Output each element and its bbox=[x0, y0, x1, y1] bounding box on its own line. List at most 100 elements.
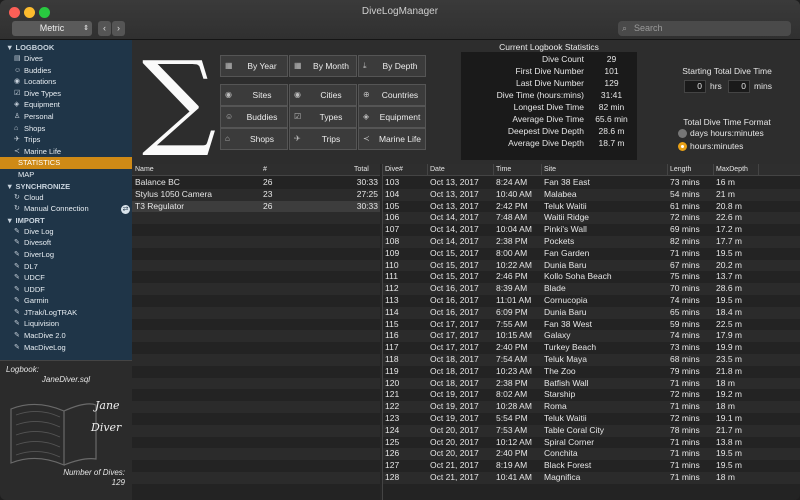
sidebar-item-import-macdivelog[interactable]: ✎ MacDiveLog bbox=[0, 342, 132, 354]
table-row[interactable]: 112 Oct 16, 2017 8:39 AM Blade 70 mins 28.6 m bbox=[383, 283, 800, 295]
sidebar-item-map[interactable]: MAP bbox=[0, 169, 132, 181]
chevron-right-icon: › bbox=[117, 23, 120, 33]
sites-button[interactable]: ◉ Sites bbox=[220, 84, 288, 106]
column-header-name[interactable]: Name bbox=[135, 164, 154, 176]
format-hours-radio[interactable] bbox=[678, 142, 687, 151]
sidebar-item-locations[interactable]: ◉ Locations bbox=[0, 76, 132, 88]
trips-button[interactable]: ✈ Trips bbox=[289, 128, 357, 150]
empty-table-row bbox=[132, 319, 380, 331]
sidebar-item-cloud[interactable]: ↻ Cloud bbox=[0, 192, 132, 204]
forward-button[interactable]: › bbox=[112, 21, 125, 36]
table-row[interactable]: 110 Oct 15, 2017 10:22 AM Dunia Baru 67 mins… bbox=[383, 259, 800, 272]
buddies-button[interactable]: ☺ Buddies bbox=[220, 106, 288, 128]
dive-cell-max-depth: 17.7 m bbox=[716, 236, 742, 246]
column-header-total[interactable]: Total bbox=[354, 164, 369, 176]
dive-cell-dive-number: 117 bbox=[385, 342, 399, 353]
types-button[interactable]: ☑ Types bbox=[289, 106, 357, 128]
sidebar-item-trips[interactable]: ✈ Trips bbox=[0, 134, 132, 146]
by-depth-button[interactable]: ⤓ By Depth bbox=[358, 55, 426, 77]
by-year-button[interactable]: ▦ By Year bbox=[220, 55, 288, 77]
dive-cell-time: 10:04 AM bbox=[496, 224, 532, 235]
back-button[interactable]: ‹ bbox=[98, 21, 111, 36]
sidebar-item-import-diverlog[interactable]: ✎ DiverLog bbox=[0, 249, 132, 261]
table-row[interactable]: 107 Oct 14, 2017 10:04 AM Pinki's Wall 69 mi… bbox=[383, 224, 800, 236]
table-row[interactable]: 119 Oct 18, 2017 10:23 AM The Zoo 79 mins 21.… bbox=[383, 366, 800, 378]
table-row[interactable]: 109 Oct 15, 2017 8:00 AM Fan Garden 71 mins 1… bbox=[383, 248, 800, 260]
sidebar-item-personal[interactable]: ♙ Personal bbox=[0, 111, 132, 123]
table-row[interactable]: 111 Oct 15, 2017 2:46 PM Kollo Soha Beach 75… bbox=[383, 271, 800, 283]
buddies-icon: ☺ bbox=[225, 112, 234, 121]
column-header-max-depth[interactable]: MaxDepth bbox=[713, 164, 748, 176]
dive-cell-length: 73 mins bbox=[670, 177, 700, 187]
table-row[interactable]: 120 Oct 18, 2017 2:38 PM Batfish Wall 71 min… bbox=[383, 377, 800, 390]
starting-mins-field[interactable]: 0 bbox=[728, 80, 750, 93]
plane-icon: ✈ bbox=[14, 136, 20, 144]
by-month-button[interactable]: ▦ By Month bbox=[289, 55, 357, 77]
sidebar-item-import-liquivision[interactable]: ✎ Liquivision bbox=[0, 318, 132, 330]
sidebar-item-statistics[interactable]: STATISTICS bbox=[0, 157, 132, 169]
table-row[interactable]: 104 Oct 13, 2017 10:40 AM Malabea 54 mins 21 … bbox=[383, 188, 800, 201]
table-row[interactable]: T3 Regulator 26 30:33 bbox=[132, 200, 380, 213]
sidebar-item-import-dive-log[interactable]: ✎ Dive Log bbox=[0, 226, 132, 238]
empty-table-row bbox=[132, 271, 380, 283]
table-row[interactable]: 128 Oct 21, 2017 10:41 AM Magnifica 71 mins 1… bbox=[383, 472, 800, 484]
dive-cell-site: Fan 38 East bbox=[544, 177, 590, 187]
table-row[interactable]: Stylus 1050 Camera 23 27:25 bbox=[132, 188, 380, 201]
column-header-date[interactable]: Date bbox=[427, 164, 445, 176]
sidebar-item-marine-life[interactable]: ≺ Marine Life bbox=[0, 146, 132, 158]
sidebar-item-dives[interactable]: ▤ Dives bbox=[0, 53, 132, 65]
sidebar-item-import-uddf[interactable]: ✎ UDDF bbox=[0, 284, 132, 296]
countries-button[interactable]: ⊕ Countries bbox=[358, 84, 426, 106]
table-row[interactable]: 116 Oct 17, 2017 10:15 AM Galaxy 74 mins 17.9… bbox=[383, 330, 800, 343]
column-header-time[interactable]: Time bbox=[493, 164, 511, 176]
sidebar-item-import-macdive[interactable]: ✎ MacDive 2.0 bbox=[0, 330, 132, 342]
sidebar-item-shops[interactable]: ⌂ Shops bbox=[0, 123, 132, 135]
column-header-site[interactable]: Site bbox=[541, 164, 556, 176]
units-dropdown[interactable]: Metric ⇕ bbox=[12, 21, 92, 36]
column-header-dive-number[interactable]: Dive# bbox=[383, 164, 403, 176]
table-row[interactable]: 123 Oct 19, 2017 5:54 PM Teluk Waitii 72 min… bbox=[383, 413, 800, 425]
table-row[interactable]: 105 Oct 13, 2017 2:42 PM Teluk Waitii 61 min… bbox=[383, 201, 800, 213]
table-row[interactable]: Balance BC 26 30:33 bbox=[132, 177, 380, 189]
table-row[interactable]: 108 Oct 14, 2017 2:38 PM Pockets 82 mins 17.7… bbox=[383, 236, 800, 248]
table-row[interactable]: 124 Oct 20, 2017 7:53 AM Table Coral City 78… bbox=[383, 424, 800, 437]
sidebar-group-logbook[interactable]: ▼ LOGBOOK bbox=[0, 42, 132, 53]
sidebar-item-manual-connection[interactable]: ↻ Manual Connection ⇄ bbox=[0, 203, 132, 215]
sidebar-item-buddies[interactable]: ☺ Buddies bbox=[0, 65, 132, 77]
table-row[interactable]: 115 Oct 17, 2017 7:55 AM Fan 38 West 59 mins… bbox=[383, 319, 800, 331]
sidebar-group-synchronize[interactable]: ▼ SYNCHRONIZE bbox=[0, 181, 132, 192]
format-days-radio[interactable] bbox=[678, 129, 687, 138]
title-bar: DiveLogManager Metric ⇕ ‹ › ⌕ Search bbox=[0, 0, 800, 40]
sidebar-group-import[interactable]: ▼ IMPORT bbox=[0, 215, 132, 226]
sidebar-item-dive-types[interactable]: ☑ Dive Types bbox=[0, 88, 132, 100]
equipment-button[interactable]: ◈ Equipment bbox=[358, 106, 426, 128]
table-row[interactable]: 117 Oct 17, 2017 2:40 PM Turkey Beach 73 min… bbox=[383, 342, 800, 354]
table-row[interactable]: 113 Oct 16, 2017 11:01 AM Cornucopia 74 mins… bbox=[383, 295, 800, 307]
cities-button[interactable]: ◉ Cities bbox=[289, 84, 357, 106]
table-row[interactable]: 126 Oct 20, 2017 2:40 PM Conchita 71 mins 19.… bbox=[383, 448, 800, 461]
shops-button[interactable]: ⌂ Shops bbox=[220, 128, 288, 150]
starting-hours-field[interactable]: 0 bbox=[684, 80, 706, 93]
table-row[interactable]: 106 Oct 14, 2017 7:48 AM Waitii Ridge 72 min… bbox=[383, 212, 800, 225]
table-row[interactable]: 114 Oct 16, 2017 6:09 PM Dunia Baru 65 mins 1… bbox=[383, 306, 800, 319]
table-row[interactable]: 125 Oct 20, 2017 10:12 AM Spiral Corner 71 m… bbox=[383, 437, 800, 449]
dive-cell-date: Oct 16, 2017 bbox=[430, 306, 479, 317]
sidebar-item-import-divesoft[interactable]: ✎ Divesoft bbox=[0, 237, 132, 249]
table-row[interactable]: 122 Oct 19, 2017 10:28 AM Roma 71 mins 18 m bbox=[383, 401, 800, 413]
sidebar-item-equipment[interactable]: ◈ Equipment bbox=[0, 99, 132, 111]
dive-cell-time: 8:00 AM bbox=[496, 247, 528, 258]
sidebar-item-import-udcf[interactable]: ✎ UDCF bbox=[0, 272, 132, 284]
marine-life-button[interactable]: ≺ Marine Life bbox=[358, 128, 426, 150]
table-row[interactable]: 103 Oct 13, 2017 8:24 AM Fan 38 East 73 mins… bbox=[383, 177, 800, 189]
depth-icon: ⤓ bbox=[363, 61, 367, 70]
sidebar-item-import-dl7[interactable]: ✎ DL7 bbox=[0, 261, 132, 273]
table-row[interactable]: 121 Oct 19, 2017 8:02 AM Starship 72 mins 19.… bbox=[383, 389, 800, 401]
sidebar-item-import-jtrak[interactable]: ✎ JTrak/LogTRAK bbox=[0, 307, 132, 319]
column-header-count[interactable]: # bbox=[263, 164, 267, 176]
table-row[interactable]: 118 Oct 18, 2017 7:54 AM Teluk Maya 68 mins 2… bbox=[383, 354, 800, 366]
table-row[interactable]: 127 Oct 21, 2017 8:19 AM Black Forest 71 min… bbox=[383, 460, 800, 472]
column-header-length[interactable]: Length bbox=[667, 164, 691, 176]
empty-table-row bbox=[132, 236, 380, 248]
sidebar-item-import-garmin[interactable]: ✎ Garmin bbox=[0, 295, 132, 307]
search-input[interactable]: ⌕ Search bbox=[618, 21, 791, 36]
